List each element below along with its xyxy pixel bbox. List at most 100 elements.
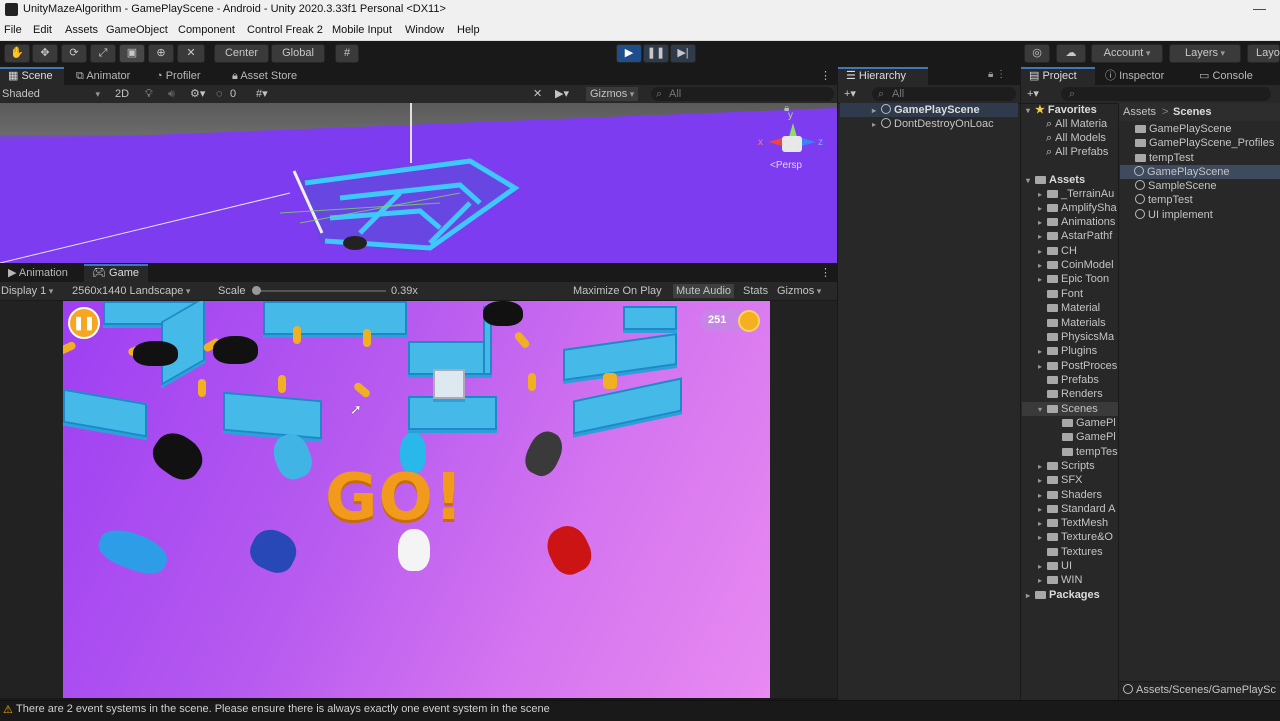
tab-animation[interactable]: ▶ Animation bbox=[0, 264, 76, 282]
hierarchy-item-dontdestroy[interactable]: ▸ DontDestroyOnLoac bbox=[840, 117, 1018, 131]
file-item-selected[interactable]: GamePlayScene bbox=[1120, 165, 1280, 179]
tab-project[interactable]: ▤ Project bbox=[1021, 67, 1095, 85]
file-item[interactable]: tempTest bbox=[1135, 151, 1194, 165]
tree-folder[interactable]: Materials bbox=[1038, 316, 1106, 330]
lighting-icon[interactable]: 💡︎ bbox=[145, 87, 153, 101]
packages-header[interactable]: ▸ Packages bbox=[1026, 588, 1100, 602]
tree-folder[interactable]: ▸ AmplifySha bbox=[1038, 201, 1117, 215]
tree-folder[interactable]: Prefabs bbox=[1038, 373, 1099, 387]
layout-dropdown[interactable]: Layo bbox=[1247, 44, 1280, 63]
tree-folder[interactable]: Material bbox=[1038, 301, 1100, 315]
hierarchy-item-gameplayscene[interactable]: ▸ GamePlayScene bbox=[840, 103, 1018, 117]
collab-icon[interactable]: ◎ bbox=[1024, 44, 1050, 63]
tree-folder[interactable]: ▸ WIN bbox=[1038, 573, 1082, 587]
tree-folder[interactable]: ▸ _TerrainAu bbox=[1038, 187, 1114, 201]
menu-control-freak[interactable]: Control Freak 2 bbox=[247, 24, 323, 36]
move-tool-icon[interactable]: ✥ bbox=[32, 44, 58, 63]
menu-help[interactable]: Help bbox=[457, 24, 480, 36]
file-item[interactable]: GamePlayScene_Profiles bbox=[1135, 136, 1274, 150]
menu-component[interactable]: Component bbox=[178, 24, 235, 36]
rotate-tool-icon[interactable]: ⟳ bbox=[61, 44, 87, 63]
effects-icon[interactable]: ⚙▾ bbox=[190, 87, 205, 101]
mute-audio-toggle[interactable]: Mute Audio bbox=[673, 284, 735, 298]
grid-toggle-icon[interactable]: #▾ bbox=[256, 87, 268, 101]
pivot-global-button[interactable]: Global bbox=[271, 44, 325, 63]
tree-folder[interactable]: ▸ Texture&O bbox=[1038, 530, 1113, 544]
scene-gizmo[interactable]: y x z <Persp bbox=[758, 110, 824, 173]
audio-icon[interactable]: 🔊︎ bbox=[168, 87, 175, 101]
breadcrumb-scenes[interactable]: Scenes bbox=[1173, 105, 1212, 119]
tab-profiler[interactable]: ◔ Profiler bbox=[148, 67, 209, 85]
maximize-on-play-toggle[interactable]: Maximize On Play bbox=[573, 284, 662, 298]
pause-game-button[interactable]: ❚❚ bbox=[68, 307, 100, 339]
hierarchy-lock-icon[interactable]: 🔒︎ ⋮ bbox=[988, 69, 1006, 80]
tree-subfolder[interactable]: GamePl bbox=[1062, 430, 1116, 444]
tools-icon[interactable]: ✕ bbox=[533, 87, 542, 101]
tree-folder[interactable]: Renders bbox=[1038, 387, 1103, 401]
grid-snap-icon[interactable]: # bbox=[335, 44, 359, 63]
menu-mobile-input[interactable]: Mobile Input bbox=[332, 24, 392, 36]
tree-subfolder[interactable]: GamePl bbox=[1062, 416, 1116, 430]
favorites-item[interactable]: ⌕ All Materia bbox=[1046, 117, 1107, 131]
tree-folder[interactable]: ▸ CH bbox=[1038, 244, 1077, 258]
scale-slider-track[interactable] bbox=[254, 290, 386, 292]
file-item[interactable]: GamePlayScene bbox=[1135, 122, 1232, 136]
tree-folder[interactable]: ▸ Epic Toon bbox=[1038, 272, 1109, 286]
tree-folder[interactable]: ▸ Plugins bbox=[1038, 344, 1097, 358]
scene-search-input[interactable]: ⌕ All bbox=[651, 87, 834, 101]
custom-tool-icon[interactable]: ✕ bbox=[177, 44, 205, 63]
stats-toggle[interactable]: Stats bbox=[743, 284, 768, 298]
favorites-item[interactable]: ⌕ All Prefabs bbox=[1046, 145, 1108, 159]
tree-subfolder[interactable]: tempTes bbox=[1062, 445, 1118, 459]
tree-folder[interactable]: ▸ Scripts bbox=[1038, 459, 1095, 473]
pivot-center-button[interactable]: Center bbox=[214, 44, 269, 63]
project-splitter[interactable] bbox=[1118, 103, 1119, 700]
hand-tool-icon[interactable]: ✋ bbox=[4, 44, 30, 63]
tree-folder[interactable]: Textures bbox=[1038, 545, 1103, 559]
cloud-icon[interactable]: ☁ bbox=[1056, 44, 1086, 63]
status-bar[interactable]: ⚠ There are 2 event systems in the scene… bbox=[0, 700, 1280, 721]
project-add-button[interactable]: +▾ bbox=[1027, 87, 1039, 101]
tree-folder[interactable]: ▸ PostProces bbox=[1038, 359, 1117, 373]
hierarchy-search-input[interactable]: ⌕ All bbox=[872, 87, 1016, 101]
hidden-objects-icon[interactable]: ◌ bbox=[216, 87, 223, 101]
tree-folder[interactable]: Font bbox=[1038, 287, 1083, 301]
resolution-dropdown[interactable]: 2560x1440 Landscape bbox=[72, 284, 190, 298]
file-item[interactable]: tempTest bbox=[1135, 193, 1193, 207]
tree-folder[interactable]: ▸ SFX bbox=[1038, 473, 1082, 487]
tree-folder[interactable]: ▸ Animations bbox=[1038, 215, 1115, 229]
play-button[interactable]: ▶ bbox=[616, 44, 642, 63]
menu-edit[interactable]: Edit bbox=[33, 24, 52, 36]
minimize-icon[interactable]: — bbox=[1253, 1, 1266, 16]
game-gizmos-dropdown[interactable]: Gizmos bbox=[777, 284, 821, 298]
tree-folder[interactable]: ▸ UI bbox=[1038, 559, 1072, 573]
shading-dropdown[interactable]: Shaded ▾ bbox=[2, 87, 100, 101]
camera-icon[interactable]: ▶▾ bbox=[555, 87, 569, 101]
tree-folder[interactable]: ▸ CoinModel bbox=[1038, 258, 1114, 272]
layers-dropdown[interactable]: Layers bbox=[1169, 44, 1241, 63]
project-search-input[interactable]: ⌕ bbox=[1061, 87, 1271, 101]
tree-folder[interactable]: ▸ Shaders bbox=[1038, 488, 1102, 502]
transform-tool-icon[interactable]: ⊕ bbox=[148, 44, 174, 63]
breadcrumb-assets[interactable]: Assets bbox=[1123, 105, 1156, 119]
display-dropdown[interactable]: Display 1 bbox=[1, 284, 53, 298]
step-button[interactable]: ▶| bbox=[670, 44, 696, 63]
pause-button[interactable]: ❚❚ bbox=[643, 44, 669, 63]
file-item[interactable]: SampleScene bbox=[1135, 179, 1217, 193]
tab-inspector[interactable]: ⓘ Inspector bbox=[1097, 67, 1172, 85]
menu-window[interactable]: Window bbox=[405, 24, 444, 36]
tree-folder[interactable]: ▸ TextMesh bbox=[1038, 516, 1108, 530]
tab-asset-store[interactable]: 🔒︎ Asset Store bbox=[224, 67, 305, 85]
scene-menu-icon[interactable]: ⋮ bbox=[812, 67, 839, 85]
file-item[interactable]: UI implement bbox=[1135, 208, 1213, 222]
scale-slider-handle[interactable] bbox=[252, 286, 261, 295]
tree-folder-scenes[interactable]: ▾ Scenes bbox=[1022, 402, 1118, 416]
tab-hierarchy[interactable]: ☰ Hierarchy bbox=[838, 67, 928, 85]
favorites-item[interactable]: ⌕ All Models bbox=[1046, 131, 1106, 145]
tab-console[interactable]: ▭ Console bbox=[1191, 67, 1261, 85]
tree-folder[interactable]: ▸ AstarPathf bbox=[1038, 229, 1112, 243]
favorites-header[interactable]: ▾ ★ Favorites bbox=[1026, 103, 1097, 117]
menu-assets[interactable]: Assets bbox=[65, 24, 98, 36]
tree-folder[interactable]: ▸ Standard A bbox=[1038, 502, 1115, 516]
account-dropdown[interactable]: Account bbox=[1091, 44, 1163, 63]
